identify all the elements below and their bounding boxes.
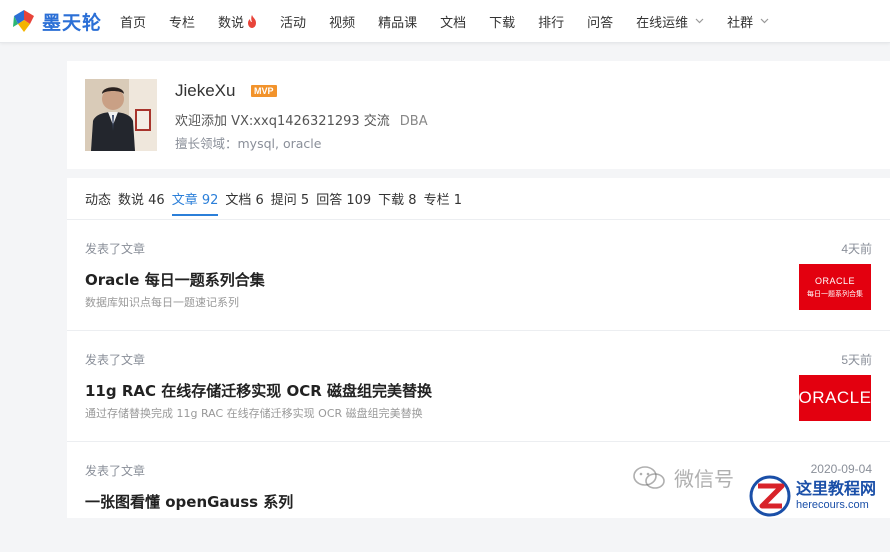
tab-column[interactable]: 专栏 1 bbox=[424, 189, 462, 208]
username[interactable]: JiekeXu bbox=[175, 81, 235, 101]
chevron-down-icon bbox=[760, 18, 769, 24]
nav-label: 数说 bbox=[218, 15, 245, 31]
thumbnail-brand: ORACLE bbox=[798, 388, 872, 407]
chevron-down-icon bbox=[695, 18, 704, 24]
user-bio: 欢迎添加 VX:xxq1426321293 交流 DBA bbox=[175, 110, 428, 129]
tab-articles[interactable]: 文章 92 bbox=[171, 189, 218, 216]
article-title[interactable]: 一张图看懂 openGauss 系列 bbox=[85, 491, 293, 512]
user-skills: 擅长领域：mysql, oracle bbox=[175, 136, 322, 151]
article-action: 发表了文章 bbox=[85, 353, 146, 367]
article-item: 发表了文章 4天前 Oracle 每日一题系列合集 数据库知识点每日一题速记系列… bbox=[67, 220, 890, 331]
tab-activity[interactable]: 动态 bbox=[85, 189, 111, 208]
nav-column[interactable]: 专栏 bbox=[169, 12, 195, 31]
article-action: 发表了文章 bbox=[85, 242, 146, 256]
nav-community[interactable]: 社群 bbox=[727, 12, 769, 31]
nav-label: 下载 bbox=[489, 15, 516, 31]
nav-label: 排行 bbox=[538, 15, 565, 31]
site-watermark-cn: 这里教程网 bbox=[796, 479, 877, 498]
nav-ranking[interactable]: 排行 bbox=[538, 12, 564, 31]
site-watermark: 这里教程网 herecours.com bbox=[748, 474, 888, 518]
article-time: 4天前 bbox=[841, 242, 872, 256]
content-panel: 动态 数说 46 文章 92 文档 6 提问 5 回答 109 下载 8 专栏 … bbox=[67, 178, 890, 518]
nav-label: 精品课 bbox=[378, 15, 418, 31]
article-description: 数据库知识点每日一题速记系列 bbox=[85, 296, 239, 309]
wechat-watermark-text: 微信号 bbox=[674, 467, 734, 491]
user-role: DBA bbox=[399, 114, 428, 129]
thumbnail-brand: ORACLE bbox=[814, 275, 855, 286]
avatar[interactable] bbox=[85, 79, 157, 151]
nav-shushuo[interactable]: 数说 bbox=[218, 12, 257, 31]
profile-tabs: 动态 数说 46 文章 92 文档 6 提问 5 回答 109 下载 8 专栏 … bbox=[85, 178, 469, 218]
nav-label: 社群 bbox=[727, 15, 754, 31]
site-logo-icon bbox=[749, 475, 791, 517]
nav-docs[interactable]: 文档 bbox=[440, 12, 466, 31]
article-title[interactable]: 11g RAC 在线存储迁移实现 OCR 磁盘组完美替换 bbox=[85, 380, 432, 401]
nav-download[interactable]: 下载 bbox=[489, 12, 515, 31]
main-nav: 首页 专栏 数说 活动 视频 精品课 文档 下载 排行 问答 在线运维 社群 bbox=[120, 0, 792, 42]
site-logo[interactable]: 墨天轮 bbox=[10, 6, 102, 36]
nav-label: 问答 bbox=[587, 15, 614, 31]
site-watermark-text: 这里教程网 herecours.com bbox=[796, 481, 876, 511]
nav-label: 活动 bbox=[280, 15, 307, 31]
wechat-watermark: 微信号 bbox=[632, 463, 734, 492]
tab-answers[interactable]: 回答 109 bbox=[316, 189, 371, 208]
article-action: 发表了文章 bbox=[85, 464, 146, 478]
nav-label: 视频 bbox=[329, 15, 356, 31]
nav-qa[interactable]: 问答 bbox=[587, 12, 613, 31]
wechat-icon bbox=[633, 465, 665, 489]
nav-courses[interactable]: 精品课 bbox=[378, 12, 417, 31]
tab-docs[interactable]: 文档 6 bbox=[225, 189, 263, 208]
nav-activity[interactable]: 活动 bbox=[280, 12, 306, 31]
nav-home[interactable]: 首页 bbox=[120, 12, 146, 31]
profile-card: JiekeXu MVP 欢迎添加 VX:xxq1426321293 交流 DBA … bbox=[67, 61, 890, 169]
nav-label: 文档 bbox=[440, 15, 467, 31]
logo-icon bbox=[13, 10, 34, 32]
fire-icon bbox=[248, 14, 257, 28]
tab-downloads[interactable]: 下载 8 bbox=[378, 189, 416, 208]
tab-shushuo[interactable]: 数说 46 bbox=[118, 189, 165, 208]
mvp-badge: MVP bbox=[251, 85, 277, 97]
article-time: 5天前 bbox=[841, 353, 872, 367]
nav-label: 首页 bbox=[120, 15, 147, 31]
brand-name: 墨天轮 bbox=[42, 11, 103, 34]
tab-questions[interactable]: 提问 5 bbox=[271, 189, 309, 208]
bio-text: 欢迎添加 VX:xxq1426321293 交流 bbox=[175, 114, 390, 129]
top-navigation-bar: 墨天轮 首页 专栏 数说 活动 视频 精品课 文档 下载 排行 问答 在线运维 … bbox=[0, 0, 890, 43]
article-thumbnail[interactable]: ORACLE 每日一题系列合集 bbox=[799, 264, 871, 310]
article-thumbnail[interactable]: ORACLE bbox=[799, 375, 871, 421]
thumbnail-caption: 每日一题系列合集 bbox=[807, 290, 863, 298]
nav-label: 在线运维 bbox=[636, 15, 689, 31]
nav-label: 专栏 bbox=[169, 15, 196, 31]
article-description: 通过存储替换完成 11g RAC 在线存储迁移实现 OCR 磁盘组完美替换 bbox=[85, 407, 423, 420]
article-item: 发表了文章 5天前 11g RAC 在线存储迁移实现 OCR 磁盘组完美替换 通… bbox=[67, 331, 890, 442]
nav-online-ops[interactable]: 在线运维 bbox=[636, 12, 704, 31]
article-title[interactable]: Oracle 每日一题系列合集 bbox=[85, 269, 265, 290]
nav-video[interactable]: 视频 bbox=[329, 12, 355, 31]
site-watermark-en: herecours.com bbox=[796, 499, 869, 511]
